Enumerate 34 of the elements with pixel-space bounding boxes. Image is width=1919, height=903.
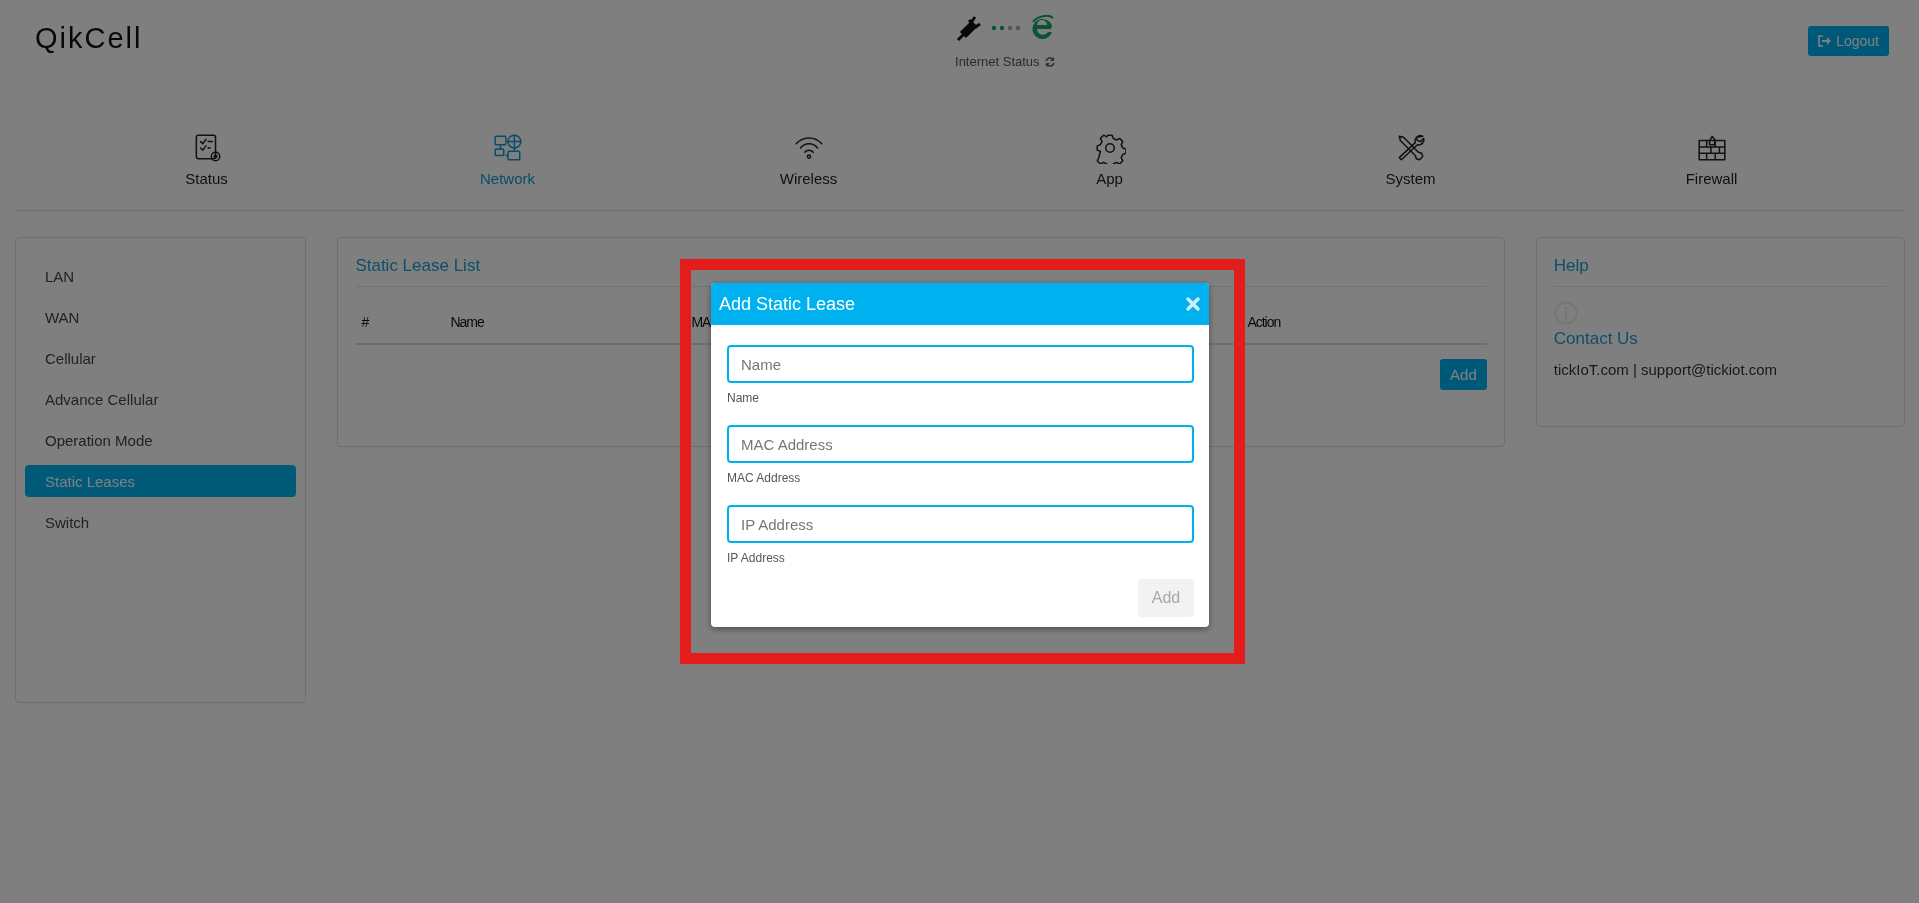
refresh-icon[interactable] (1043, 55, 1056, 68)
contact-text: tickIoT.com | support@tickiot.com (1553, 361, 1779, 378)
field-label: Name (727, 391, 760, 405)
gear-icon (1093, 132, 1126, 164)
nav-tab[interactable]: Firewall (1561, 132, 1862, 210)
column-header: Name (449, 314, 485, 330)
sidebar-item[interactable]: LAN (25, 260, 297, 292)
sidebar-item[interactable]: Switch (25, 506, 297, 538)
field-label: MAC Address (727, 471, 802, 485)
field-label: IP Address (727, 551, 786, 565)
logout-icon (1818, 35, 1832, 47)
internet-status-label: Internet Status (955, 54, 1040, 69)
sidebar-item[interactable]: Operation Mode (25, 424, 297, 456)
sidebar-item[interactable]: Advance Cellular (25, 383, 297, 415)
browser-icon (1029, 14, 1056, 42)
input-field[interactable]: Name (727, 345, 1194, 383)
nav-tab[interactable]: Network (357, 132, 658, 210)
nav-tab[interactable]: Wireless (658, 132, 959, 210)
column-header: # (360, 314, 370, 330)
sidebar-item[interactable]: WAN (25, 301, 297, 333)
column-header: Action (1246, 314, 1282, 330)
sidebar-item[interactable]: Cellular (25, 342, 297, 374)
logo: QikCell (35, 22, 143, 55)
connection-dots-icon (991, 25, 1022, 31)
column-header: MA (690, 314, 712, 330)
modal-title: Add Static Lease (719, 293, 856, 315)
close-icon[interactable] (1185, 296, 1201, 312)
nav-tab[interactable]: Status (56, 132, 357, 210)
input-field[interactable]: IP Address (727, 505, 1194, 543)
nav-tab[interactable]: App (959, 132, 1260, 210)
nav-tab[interactable]: System (1260, 132, 1561, 210)
contact-title: Contact Us (1553, 329, 1639, 349)
input-field[interactable]: MAC Address (727, 425, 1194, 463)
panel-title: Help (1553, 256, 1887, 287)
